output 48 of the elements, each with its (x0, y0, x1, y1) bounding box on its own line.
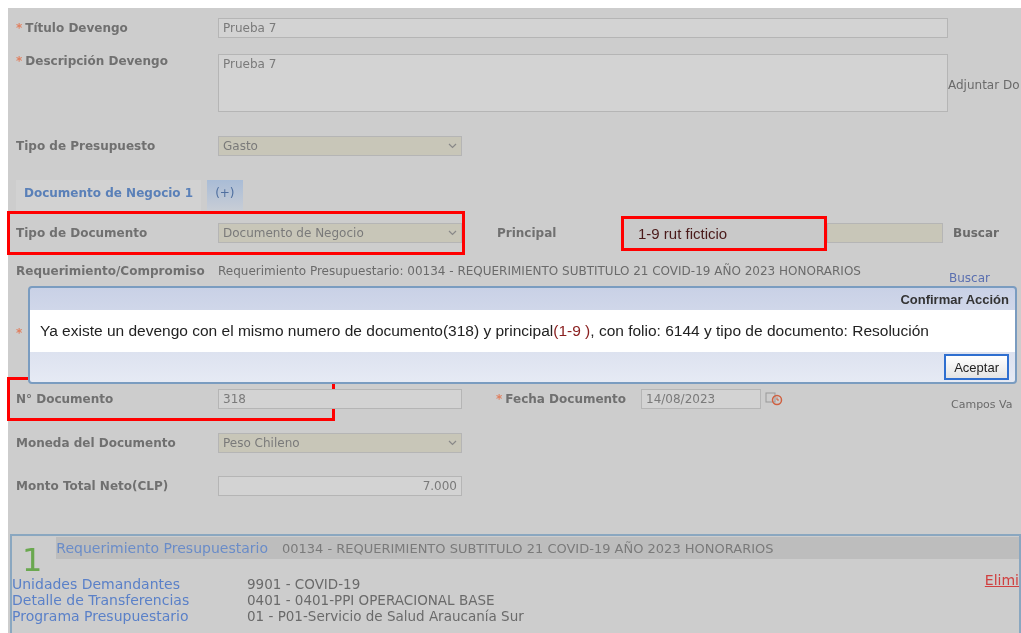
annotation-note: 1-9 rut ficticio (621, 215, 827, 251)
search-link[interactable]: Buscar (949, 271, 990, 285)
date-field[interactable]: 14/08/2023 (641, 389, 761, 409)
caret-icon (448, 440, 457, 446)
detail-value: 0401 - 0401-PPI OPERACIONAL BASE (247, 592, 495, 608)
search-label[interactable]: Buscar (953, 226, 999, 240)
field-value: Requerimiento Presupuestario: 00134 - REQUERIMIENTO SUBTITULO 21 COVID-19 AÑO 2023 HONORARIOS (218, 264, 862, 278)
section-description: 00134 - REQUERIMIENTO SUBTITULO 21 COVID-19 AÑO 2023 HONORARIOS (282, 540, 774, 556)
amount-field[interactable]: 7.000 (218, 476, 462, 496)
detail-label: Programa Presupuestario (12, 608, 190, 624)
field-label: Tipo de Presupuesto (16, 139, 157, 153)
item-number: 1 (22, 544, 43, 576)
attach-label: Adjuntar Do (948, 78, 1020, 92)
select-field[interactable]: Peso Chileno (218, 433, 462, 453)
field-label: * Descripción Devengo (16, 54, 169, 68)
text-area[interactable]: Prueba 7 (218, 54, 948, 112)
field-label: * Título Devengo (16, 21, 129, 35)
text-field[interactable]: Prueba 7 (218, 18, 948, 38)
detail-value: 01 - P01-Servicio de Salud Araucanía Sur (247, 608, 524, 624)
tab[interactable]: Documento de Negocio 1 (16, 180, 202, 212)
field-label: Monto Total Neto(CLP) (16, 479, 170, 493)
field-label: Requerimiento/Compromiso (16, 264, 206, 278)
field-label: Principal (497, 226, 558, 240)
field-label: N° Documento (16, 392, 115, 406)
accept-button[interactable]: Aceptar (944, 354, 1009, 380)
calendar-clock-icon[interactable] (765, 392, 783, 406)
required-mark: * (16, 326, 23, 340)
select-field[interactable]: Gasto (218, 136, 462, 156)
field-label: * Fecha Documento (496, 392, 628, 406)
tab[interactable]: (+) (207, 180, 243, 212)
required-mark: * (16, 54, 23, 68)
required-mark: * (16, 21, 23, 35)
dialog-title: Confirmar Acción (900, 291, 1009, 307)
required-mark: * (496, 392, 503, 406)
section-title: Requerimiento Presupuestario (56, 540, 268, 556)
detail-label: Unidades Demandantes (12, 576, 181, 592)
delete-link[interactable]: Elimi (984, 572, 1019, 588)
side-label: Campos Va (951, 397, 1013, 411)
detail-value: 9901 - COVID-19 (247, 576, 361, 592)
caret-icon (448, 143, 457, 149)
dialog-message: Ya existe un devengo con el mismo numero de documento(318) y principal(1-9 ), con folio: 6144 y tipo de documento: Resolución (30, 310, 1015, 352)
caret-icon (448, 230, 457, 236)
text-field[interactable] (827, 223, 943, 243)
field-label: Moneda del Documento (16, 436, 177, 450)
field-label: Tipo de Documento (16, 226, 149, 240)
select-field[interactable]: Documento de Negocio (218, 223, 462, 243)
text-field[interactable]: 318 (218, 389, 462, 409)
detail-label: Detalle de Transferencias (12, 592, 191, 608)
